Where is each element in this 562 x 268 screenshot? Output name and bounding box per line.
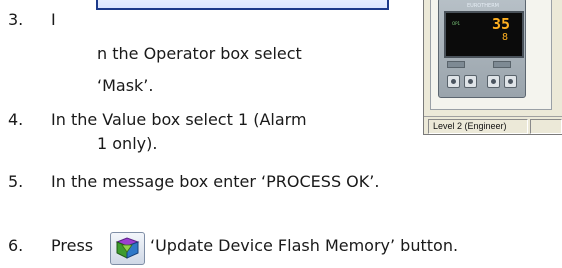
step-number: 5. bbox=[8, 172, 24, 191]
controller-display: OP1 35 8 bbox=[444, 11, 524, 58]
step-text: In the Value box select 1 (Alarm bbox=[51, 110, 307, 129]
scroll-button-icon bbox=[464, 75, 477, 88]
status-bar: Level 2 (Engineer) bbox=[424, 116, 562, 134]
step-text: n the Operator box select bbox=[97, 44, 302, 63]
step-text: ‘Mask’. bbox=[97, 76, 154, 95]
step-number: 3. bbox=[8, 10, 24, 29]
step-text: Press bbox=[51, 236, 94, 255]
lower-button-icon bbox=[487, 75, 500, 88]
step-text: I bbox=[51, 10, 56, 29]
step-text: In the message box enter ‘PROCESS OK’. bbox=[51, 172, 380, 191]
page-button-icon bbox=[447, 75, 460, 88]
indicator-lamp bbox=[447, 61, 465, 68]
output-indicator: OP1 bbox=[452, 21, 461, 26]
controller-faceplate: EUROTHERM OP1 35 8 bbox=[438, 0, 526, 98]
setpoint-value: 8 bbox=[501, 32, 508, 43]
device-screenshot-thumbnail: EUROTHERM OP1 35 8 Level 2 (Engineer) bbox=[423, 0, 562, 135]
indicator-lamp bbox=[493, 61, 511, 68]
step-number: 4. bbox=[8, 110, 24, 129]
step-number: 6. bbox=[8, 236, 24, 255]
step-text: 1 only). bbox=[97, 134, 158, 153]
access-level-status: Level 2 (Engineer) bbox=[428, 119, 528, 134]
cropped-dialog-frame bbox=[96, 0, 389, 10]
raise-button-icon bbox=[504, 75, 517, 88]
step-text: ‘Update Device Flash Memory’ button. bbox=[150, 236, 459, 255]
controller-buttons bbox=[447, 75, 523, 89]
controller-brand-label: EUROTHERM bbox=[467, 3, 499, 9]
indicator-lamps bbox=[443, 61, 521, 69]
status-bar-cell bbox=[530, 119, 562, 134]
process-value: 35 bbox=[491, 15, 510, 33]
update-flash-memory-icon[interactable] bbox=[110, 232, 145, 265]
